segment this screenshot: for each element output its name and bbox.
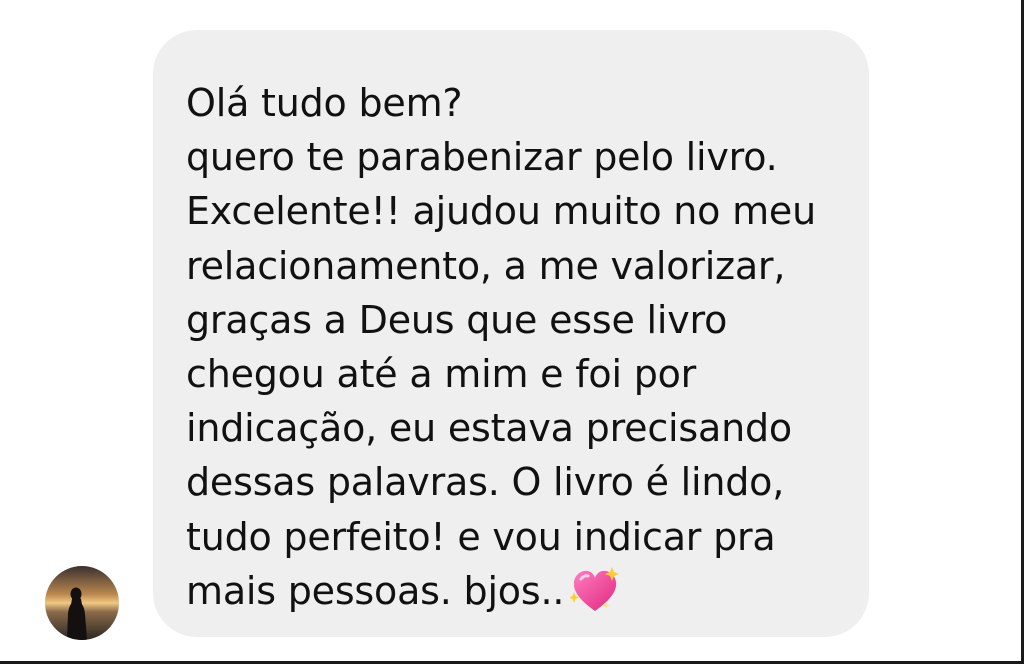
message-line: graças a Deus que esse livro	[186, 297, 728, 342]
chat-view: Olá tudo bem? quero te parabenizar pelo …	[0, 0, 1024, 664]
sender-avatar[interactable]	[45, 566, 119, 640]
message-line: Excelente!! ajudou muito no meu	[186, 189, 816, 234]
avatar-image	[45, 566, 119, 640]
message-bubble[interactable]: Olá tudo bem? quero te parabenizar pelo …	[153, 30, 869, 637]
message-line: Olá tudo bem?	[186, 81, 463, 125]
message-line-last: mais pessoas. bjos..	[186, 564, 839, 618]
message-line: indicação, eu estava precisando	[186, 406, 792, 451]
message-line: chegou até a mim e foi por	[186, 352, 697, 397]
message-line-text: mais pessoas. bjos..	[186, 568, 565, 613]
message-line: relacionamento, a me valorizar,	[186, 243, 786, 288]
message-line: quero te parabenizar pelo livro.	[186, 135, 778, 180]
message-line: tudo perfeito! e vou indicar pra	[186, 514, 776, 559]
sparkling-heart-icon	[569, 566, 620, 614]
message-line: dessas palavras. O livro é lindo,	[186, 460, 785, 505]
